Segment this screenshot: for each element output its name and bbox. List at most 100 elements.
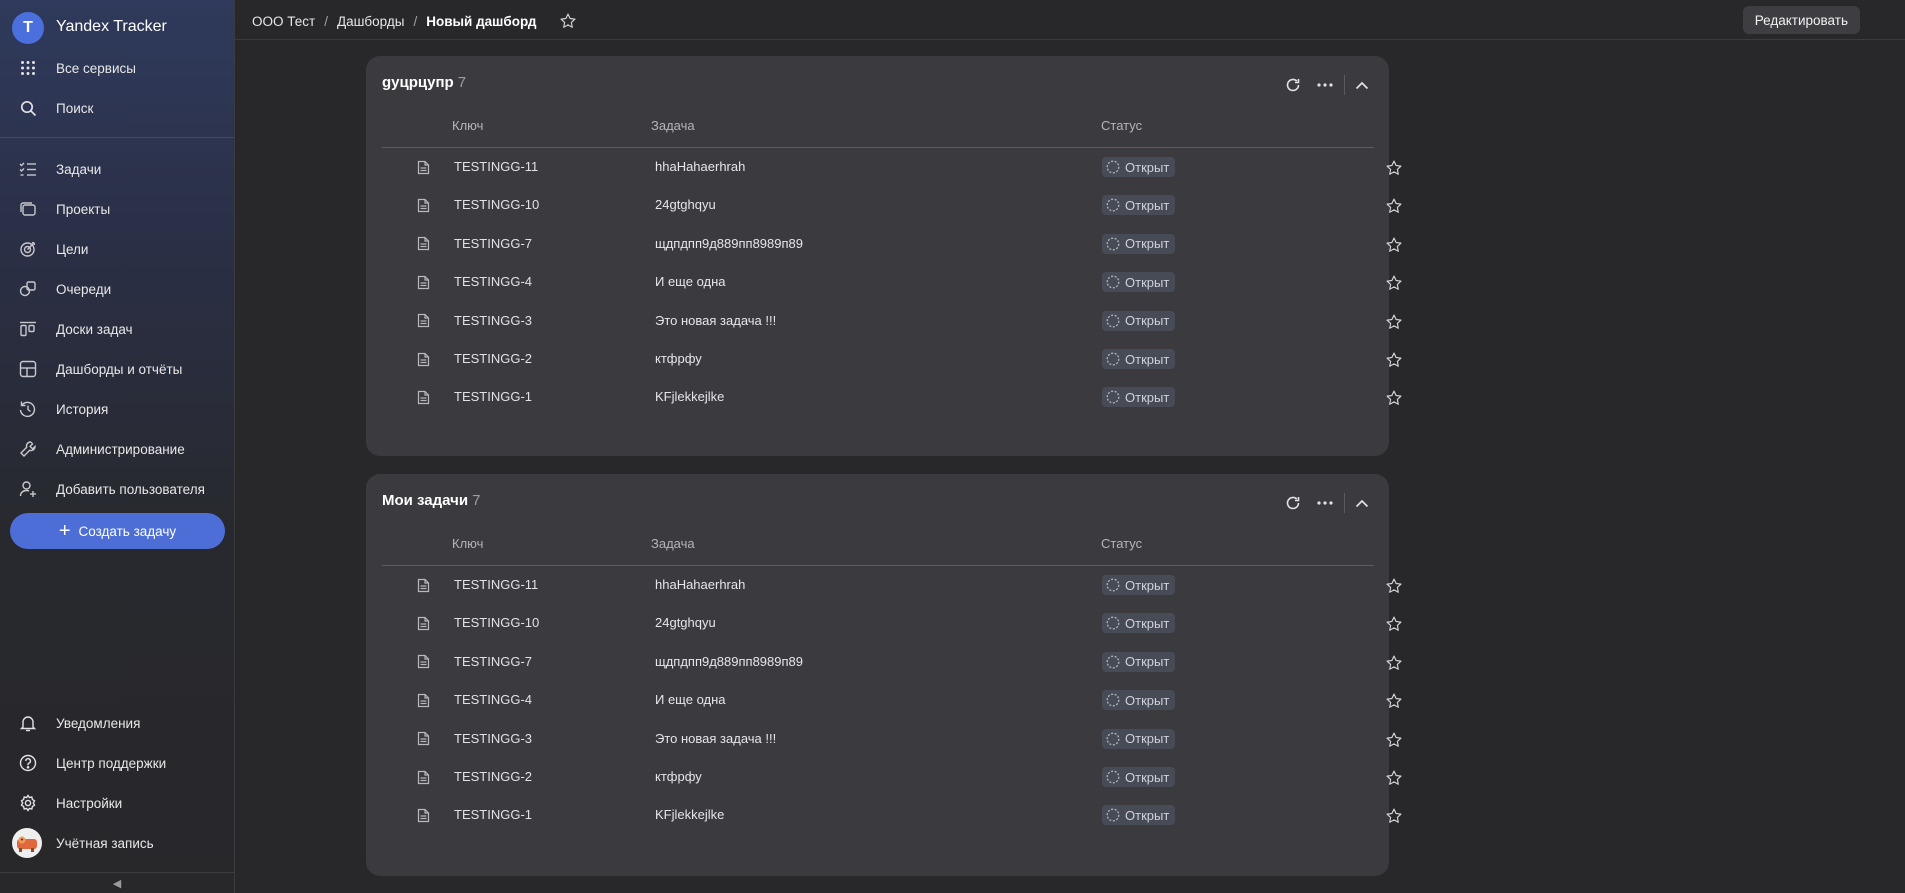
sidebar-item-settings[interactable]: Настройки — [0, 785, 234, 821]
table-row[interactable]: TESTINGG-4 И еще одна Открыт — [382, 681, 1402, 719]
issue-key[interactable]: TESTINGG-2 — [454, 351, 532, 366]
status-label: Открыт — [1125, 692, 1170, 708]
favorite-star-icon[interactable] — [1384, 350, 1404, 370]
sidebar-item-label: Доски задач — [56, 321, 133, 337]
sidebar-item-all-services[interactable]: Все сервисы — [0, 50, 234, 86]
issue-key[interactable]: TESTINGG-1 — [454, 807, 532, 822]
app-name[interactable]: Yandex Tracker — [56, 18, 167, 36]
sidebar-item-tasks[interactable]: Задачи — [0, 151, 234, 187]
issue-summary[interactable]: hhaHahaerhrah — [655, 577, 745, 592]
favorite-star-icon[interactable] — [1384, 653, 1404, 673]
sidebar-item-queues[interactable]: Очереди — [0, 271, 234, 307]
refresh-icon[interactable] — [1282, 492, 1304, 514]
issue-key[interactable]: TESTINGG-10 — [454, 197, 539, 212]
column-header-status[interactable]: Статус — [1101, 536, 1142, 551]
table-row[interactable]: TESTINGG-7 щдпдпп9д889пп8989п89 Открыт — [382, 225, 1402, 263]
issue-key[interactable]: TESTINGG-3 — [454, 313, 532, 328]
edit-dashboard-button[interactable]: Редактировать — [1742, 6, 1860, 34]
status-open-icon — [1106, 237, 1120, 251]
favorite-star-icon[interactable] — [1384, 235, 1404, 255]
table-row[interactable]: TESTINGG-11 hhaHahaerhrah Открыт — [382, 566, 1402, 604]
sidebar-item-boards[interactable]: Доски задач — [0, 311, 234, 347]
favorite-star-icon[interactable] — [1384, 576, 1404, 596]
table-row[interactable]: TESTINGG-7 щдпдпп9д889пп8989п89 Открыт — [382, 643, 1402, 681]
create-task-button[interactable]: + Создать задачу — [10, 513, 225, 549]
issue-key[interactable]: TESTINGG-7 — [454, 654, 532, 669]
chevron-up-icon[interactable] — [1351, 492, 1373, 514]
issue-key[interactable]: TESTINGG-4 — [454, 692, 532, 707]
sidebar-item-goals[interactable]: Цели — [0, 231, 234, 267]
sidebar-item-add-user[interactable]: Добавить пользователя — [0, 471, 234, 507]
favorite-star-icon[interactable] — [1384, 806, 1404, 826]
more-options-icon[interactable] — [1314, 492, 1336, 514]
table-row[interactable]: TESTINGG-10 24gtghqyu Открыт — [382, 604, 1402, 642]
column-header-key[interactable]: Ключ — [452, 536, 483, 551]
sidebar-divider — [0, 137, 234, 138]
table-row[interactable]: TESTINGG-2 ктфрфу Открыт — [382, 758, 1402, 796]
issue-summary[interactable]: щдпдпп9д889пп8989п89 — [655, 654, 803, 669]
issue-key[interactable]: TESTINGG-4 — [454, 274, 532, 289]
issue-key[interactable]: TESTINGG-7 — [454, 236, 532, 251]
issue-key[interactable]: TESTINGG-3 — [454, 731, 532, 746]
table-row[interactable]: TESTINGG-2 ктфрфу Открыт — [382, 340, 1402, 378]
issue-summary[interactable]: И еще одна — [655, 692, 726, 707]
sidebar-item-projects[interactable]: Проекты — [0, 191, 234, 227]
history-icon — [18, 399, 38, 419]
table-row[interactable]: TESTINGG-10 24gtghqyu Открыт — [382, 186, 1402, 224]
column-header-task[interactable]: Задача — [651, 118, 695, 133]
sidebar-item-administration[interactable]: Администрирование — [0, 431, 234, 467]
create-task-label: Создать задачу — [78, 523, 177, 539]
issue-summary[interactable]: KFjlekkejlke — [655, 389, 724, 404]
table-row[interactable]: TESTINGG-1 KFjlekkejlke Открыт — [382, 796, 1402, 834]
breadcrumb-dashboards[interactable]: Дашборды — [337, 14, 405, 29]
issue-summary[interactable]: Это новая задача !!! — [655, 313, 776, 328]
issue-summary[interactable]: ктфрфу — [655, 351, 702, 366]
issue-summary[interactable]: ктфрфу — [655, 769, 702, 784]
table-row[interactable]: TESTINGG-3 Это новая задача !!! Открыт — [382, 720, 1402, 758]
table-row[interactable]: TESTINGG-3 Это новая задача !!! Открыт — [382, 302, 1402, 340]
column-header-task[interactable]: Задача — [651, 536, 695, 551]
issue-summary[interactable]: KFjlekkejlke — [655, 807, 724, 822]
favorite-star-icon[interactable] — [1384, 614, 1404, 634]
issue-summary[interactable]: 24gtghqyu — [655, 615, 716, 630]
sidebar-item-support[interactable]: Центр поддержки — [0, 745, 234, 781]
favorite-star-icon[interactable] — [1384, 196, 1404, 216]
status-badge: Открыт — [1102, 613, 1176, 634]
favorite-dashboard-star-icon[interactable] — [559, 12, 577, 30]
chevron-up-icon[interactable] — [1351, 74, 1373, 96]
issue-summary[interactable]: hhaHahaerhrah — [655, 159, 745, 174]
favorite-star-icon[interactable] — [1384, 273, 1404, 293]
sidebar-item-dashboards[interactable]: Дашборды и отчёты — [0, 351, 234, 387]
issue-summary[interactable]: 24gtghqyu — [655, 197, 716, 212]
favorite-star-icon[interactable] — [1384, 388, 1404, 408]
issue-key[interactable]: TESTINGG-11 — [454, 159, 538, 174]
column-header-key[interactable]: Ключ — [452, 118, 483, 133]
favorite-star-icon[interactable] — [1384, 768, 1404, 788]
breadcrumb-organization[interactable]: ООО Тест — [252, 14, 315, 29]
table-row[interactable]: TESTINGG-4 И еще одна Открыт — [382, 263, 1402, 301]
widget-title: Мои задачи 7 — [382, 492, 480, 509]
favorite-star-icon[interactable] — [1384, 730, 1404, 750]
collapse-sidebar-button[interactable]: ◀ — [0, 874, 234, 893]
sidebar-item-search[interactable]: Поиск — [0, 90, 234, 126]
sidebar-item-account[interactable]: Учётная запись — [0, 825, 234, 861]
sidebar-item-history[interactable]: История — [0, 391, 234, 427]
table-row[interactable]: TESTINGG-1 KFjlekkejlke Открыт — [382, 378, 1402, 416]
more-options-icon[interactable] — [1314, 74, 1336, 96]
issue-summary[interactable]: щдпдпп9д889пп8989п89 — [655, 236, 803, 251]
sidebar-item-notifications[interactable]: Уведомления — [0, 705, 234, 741]
favorite-star-icon[interactable] — [1384, 158, 1404, 178]
table-row[interactable]: TESTINGG-11 hhaHahaerhrah Открыт — [382, 148, 1402, 186]
favorite-star-icon[interactable] — [1384, 691, 1404, 711]
favorite-star-icon[interactable] — [1384, 312, 1404, 332]
issue-key[interactable]: TESTINGG-2 — [454, 769, 532, 784]
tasks-icon — [18, 159, 38, 179]
issue-key[interactable]: TESTINGG-11 — [454, 577, 538, 592]
issue-summary[interactable]: И еще одна — [655, 274, 726, 289]
issue-key[interactable]: TESTINGG-1 — [454, 389, 532, 404]
tracker-logo-icon[interactable]: T — [12, 12, 44, 44]
column-header-status[interactable]: Статус — [1101, 118, 1142, 133]
refresh-icon[interactable] — [1282, 74, 1304, 96]
issue-summary[interactable]: Это новая задача !!! — [655, 731, 776, 746]
issue-key[interactable]: TESTINGG-10 — [454, 615, 539, 630]
